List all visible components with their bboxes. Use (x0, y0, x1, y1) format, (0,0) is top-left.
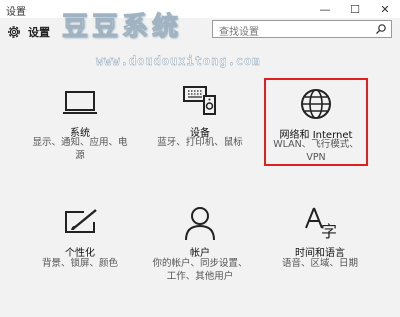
person-icon (185, 207, 215, 240)
time-language-icon: 字 (305, 207, 337, 240)
tile-network-internet[interactable]: 网络和 Internet WLAN、飞行模式、 VPN (264, 78, 368, 166)
devices-icon (183, 86, 216, 115)
minimize-button[interactable]: — (310, 0, 340, 18)
tile-devices[interactable]: 设备 蓝牙、打印机、鼠标 (140, 78, 260, 168)
tile-desc-line1: 显示、通知、应用、电 (32, 137, 128, 148)
tile-desc-line2: 工作、其他用户 (166, 271, 234, 282)
tile-accounts[interactable]: 帐户 你的帐户、同步设置、 工作、其他用户 (140, 200, 260, 290)
tile-time-language[interactable]: 字 时间和语言 语音、区域、日期 (260, 200, 380, 290)
globe-icon (301, 89, 331, 119)
svg-text:字: 字 (321, 222, 337, 240)
tile-desc-line1: 背景、锁屏、颜色 (41, 258, 118, 269)
title-bar: 设置 — ☐ ✕ (0, 0, 400, 18)
tile-desc-line1: 你的帐户、同步设置、 (152, 258, 248, 269)
tile-desc-line1: WLAN、飞行模式、 (273, 139, 359, 150)
search-placeholder: 查找设置 (219, 27, 259, 38)
tile-personalization[interactable]: 个性化 背景、锁屏、颜色 (20, 200, 140, 290)
watermark-url: www.doudouxitong.com (96, 54, 261, 68)
gear-icon (8, 26, 20, 38)
search-input[interactable]: 查找设置 (212, 20, 392, 38)
window-title: 设置 (6, 7, 26, 18)
monitor-icon (63, 91, 97, 114)
close-button[interactable]: ✕ (370, 0, 400, 18)
tile-desc-line1: 蓝牙、打印机、鼠标 (157, 137, 243, 148)
tile-desc-line2: 源 (75, 150, 85, 161)
personalization-icon (65, 209, 97, 233)
tile-desc-line2: VPN (306, 152, 326, 163)
tile-desc-line1: 语音、区域、日期 (281, 258, 358, 269)
tile-system[interactable]: 系统 显示、通知、应用、电 源 (20, 78, 140, 168)
window-controls: — ☐ ✕ (310, 0, 400, 18)
app-title: 设置 (28, 26, 50, 39)
maximize-button[interactable]: ☐ (340, 0, 370, 18)
watermark-title: 豆豆系统 (61, 12, 183, 43)
search-icon[interactable] (375, 23, 387, 35)
